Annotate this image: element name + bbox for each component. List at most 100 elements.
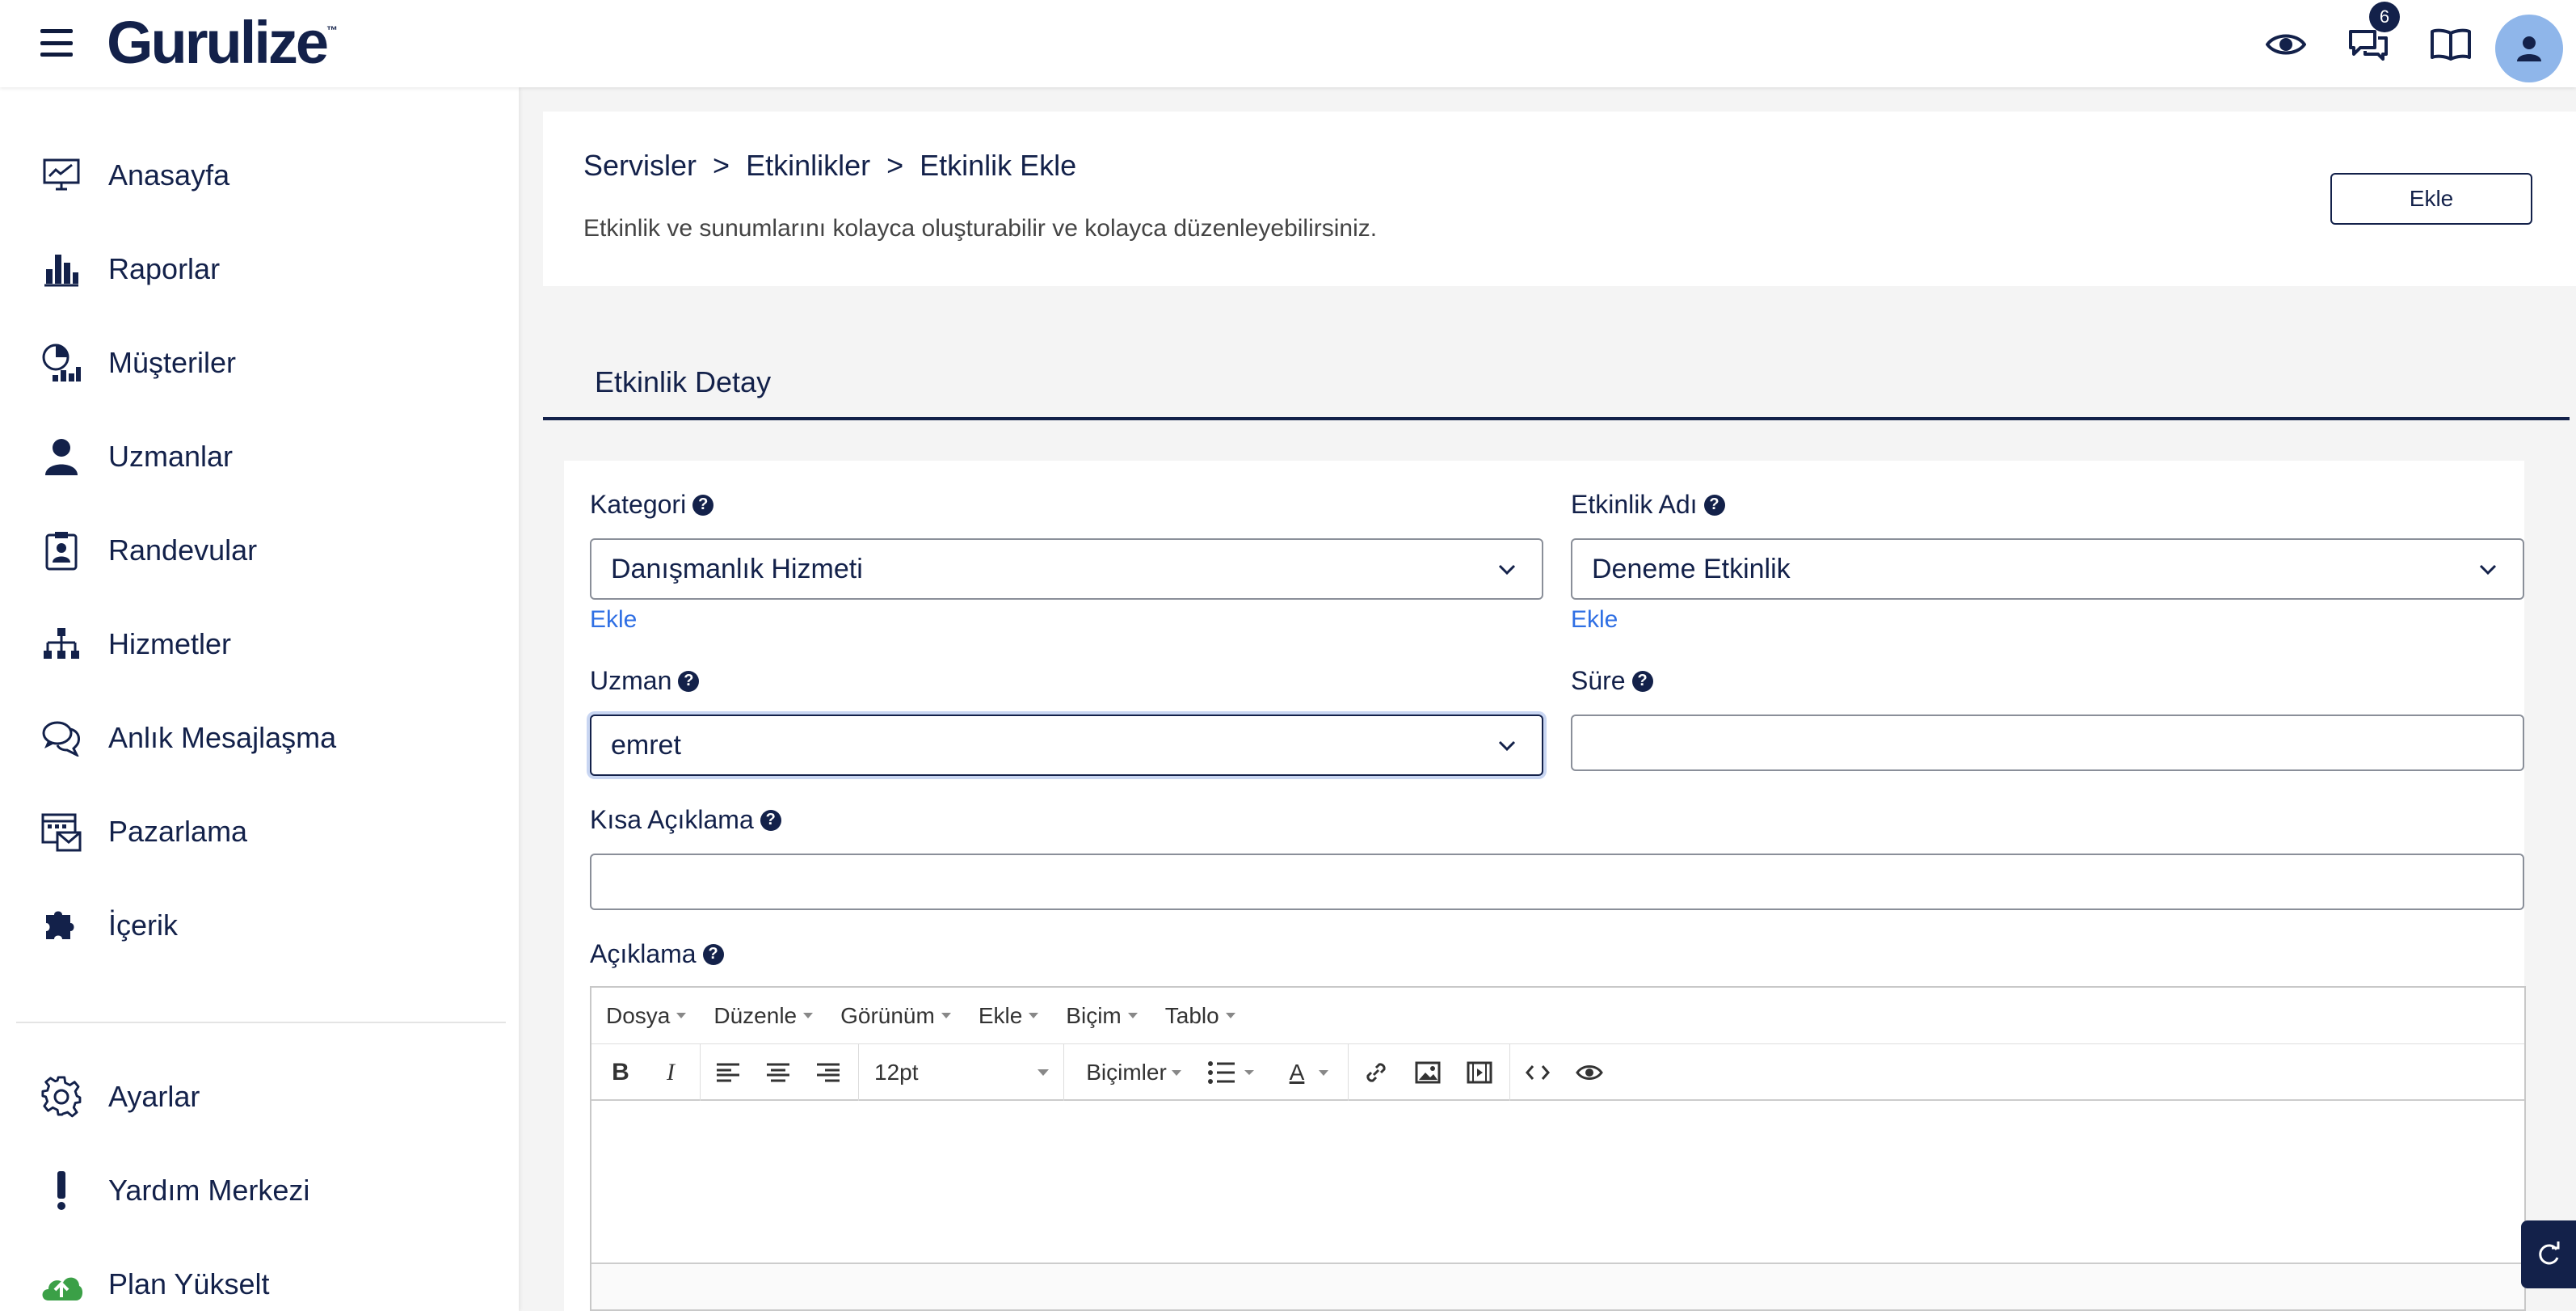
sidebar-item-pazarlama[interactable]: Pazarlama — [39, 803, 247, 860]
editor-content-area[interactable] — [591, 1101, 2524, 1263]
cloud-upload-icon — [39, 1262, 84, 1307]
menu-bicim[interactable]: Biçim — [1066, 1002, 1138, 1029]
breadcrumb-item-servisler[interactable]: Servisler — [583, 149, 697, 183]
caret-down-icon — [676, 1013, 687, 1018]
refresh-floating-button[interactable] — [2521, 1220, 2576, 1288]
sidebar-item-label: Ayarlar — [108, 1080, 200, 1113]
sure-input[interactable] — [1571, 715, 2524, 771]
pie-chart-icon — [39, 340, 84, 386]
sidebar-item-label: Raporlar — [108, 252, 221, 285]
sidebar-item-label: Hizmetler — [108, 627, 232, 660]
menu-ekle[interactable]: Ekle — [978, 1002, 1039, 1029]
caret-down-icon — [1038, 1069, 1049, 1076]
sidebar-item-ayarlar[interactable]: Ayarlar — [39, 1069, 200, 1125]
formats-dropdown[interactable]: Biçimler — [1073, 1052, 1194, 1093]
help-icon[interactable]: ? — [760, 809, 781, 831]
help-icon[interactable]: ? — [678, 670, 700, 692]
menu-label: Düzenle — [713, 1002, 798, 1028]
align-left-button[interactable] — [708, 1052, 748, 1093]
sidebar-item-label: Pazarlama — [108, 815, 248, 848]
aciklama-label: Açıklama? — [590, 939, 724, 969]
kategori-label-text: Kategori — [590, 490, 687, 519]
user-icon — [2517, 36, 2541, 61]
sidebar-item-label: Uzmanlar — [108, 440, 234, 473]
sidebar-item-icerik[interactable]: İçerik — [39, 897, 178, 954]
formats-label: Biçimler — [1086, 1060, 1167, 1085]
menu-label: Biçim — [1066, 1002, 1122, 1028]
uzman-select[interactable]: emret — [590, 715, 1543, 776]
help-icon[interactable]: ? — [1631, 670, 1653, 692]
breadcrumb-item-etkinlik-ekle: Etkinlik Ekle — [920, 149, 1077, 182]
caret-down-icon — [1029, 1013, 1039, 1018]
menu-dosya[interactable]: Dosya — [606, 1002, 687, 1029]
exclamation-icon — [39, 1168, 84, 1213]
bold-button[interactable]: B — [603, 1052, 638, 1093]
caret-down-icon — [1171, 1069, 1181, 1076]
caret-down-icon — [803, 1013, 814, 1018]
menu-label: Ekle — [978, 1002, 1023, 1028]
menu-tablo[interactable]: Tablo — [1165, 1003, 1235, 1029]
menu-label: Dosya — [606, 1002, 671, 1028]
caret-down-icon — [1319, 1069, 1329, 1076]
avatar[interactable] — [2495, 15, 2563, 82]
sidebar-item-anlik-mesajlasma[interactable]: Anlık Mesajlaşma — [39, 710, 336, 766]
bullet-list-button[interactable] — [1199, 1052, 1264, 1093]
eye-icon[interactable] — [2264, 23, 2308, 66]
chevron-down-icon — [1498, 564, 1516, 575]
sidebar-item-musteriler[interactable]: Müşteriler — [39, 335, 236, 391]
media-button[interactable] — [1459, 1052, 1500, 1093]
refresh-icon — [2539, 1241, 2560, 1265]
chevron-down-icon — [2479, 564, 2497, 575]
toolbar-divider — [1509, 1044, 1510, 1101]
align-right-button[interactable] — [808, 1052, 848, 1093]
align-center-button[interactable] — [758, 1052, 798, 1093]
logo[interactable]: Gurulize™ — [107, 13, 338, 73]
bar-chart-icon — [39, 247, 84, 292]
sidebar-item-anasayfa[interactable]: Anasayfa — [39, 147, 229, 204]
menu-label: Görünüm — [840, 1002, 935, 1028]
kategori-add-link[interactable]: Ekle — [590, 606, 637, 634]
sure-label: Süre? — [1571, 666, 1653, 696]
text-color-button[interactable]: A — [1277, 1052, 1341, 1093]
sidebar-item-label: Yardım Merkezi — [108, 1174, 310, 1207]
top-bar: Gurulize™ 6 — [0, 0, 2576, 87]
italic-button[interactable]: I — [653, 1052, 688, 1093]
sidebar-item-label: Randevular — [108, 533, 258, 567]
preview-button[interactable] — [1569, 1052, 1610, 1093]
menu-label: Tablo — [1164, 1002, 1219, 1028]
help-icon[interactable]: ? — [702, 943, 724, 965]
sidebar-item-hizmetler[interactable]: Hizmetler — [39, 616, 231, 672]
kisa-aciklama-input[interactable] — [590, 854, 2524, 910]
sidebar-item-yardim-merkezi[interactable]: Yardım Merkezi — [39, 1162, 309, 1219]
breadcrumb-item-etkinlikler[interactable]: Etkinlikler — [746, 149, 870, 183]
breadcrumb-separator: > — [886, 149, 904, 182]
etkinlik-adi-add-link[interactable]: Ekle — [1571, 606, 1618, 634]
font-size-select[interactable]: 12pt — [866, 1052, 1060, 1093]
messages-badge: 6 — [2369, 2, 2400, 32]
hamburger-menu-icon[interactable] — [40, 29, 73, 57]
editor-statusbar — [591, 1263, 2524, 1309]
sidebar-item-randevular[interactable]: Randevular — [39, 522, 257, 579]
help-icon[interactable]: ? — [1703, 494, 1725, 516]
code-icon — [1526, 1065, 1550, 1080]
source-code-button[interactable] — [1517, 1052, 1558, 1093]
etkinlik-adi-select[interactable]: Deneme Etkinlik — [1571, 538, 2524, 600]
sidebar-item-plan-yukselt[interactable]: Plan Yükselt — [39, 1256, 269, 1311]
image-button[interactable] — [1408, 1052, 1448, 1093]
add-button[interactable]: Ekle — [2330, 173, 2532, 225]
toolbar-divider — [1063, 1044, 1064, 1101]
caret-down-icon — [941, 1013, 951, 1018]
mail-calendar-icon — [39, 809, 84, 854]
toolbar-divider — [700, 1044, 701, 1101]
kategori-select-value: Danışmanlık Hizmeti — [611, 553, 863, 584]
tab-etkinlik-detay[interactable]: Etkinlik Detay — [595, 365, 771, 399]
book-icon[interactable] — [2429, 23, 2473, 66]
sidebar-item-raporlar[interactable]: Raporlar — [39, 241, 220, 297]
kategori-select[interactable]: Danışmanlık Hizmeti — [590, 538, 1543, 600]
menu-duzenle[interactable]: Düzenle — [713, 1002, 814, 1029]
link-button[interactable] — [1356, 1052, 1396, 1093]
help-icon[interactable]: ? — [692, 494, 714, 516]
etkinlik-adi-label-text: Etkinlik Adı — [1571, 490, 1698, 519]
sidebar-item-uzmanlar[interactable]: Uzmanlar — [39, 428, 233, 485]
menu-gorunum[interactable]: Görünüm — [840, 1003, 951, 1029]
